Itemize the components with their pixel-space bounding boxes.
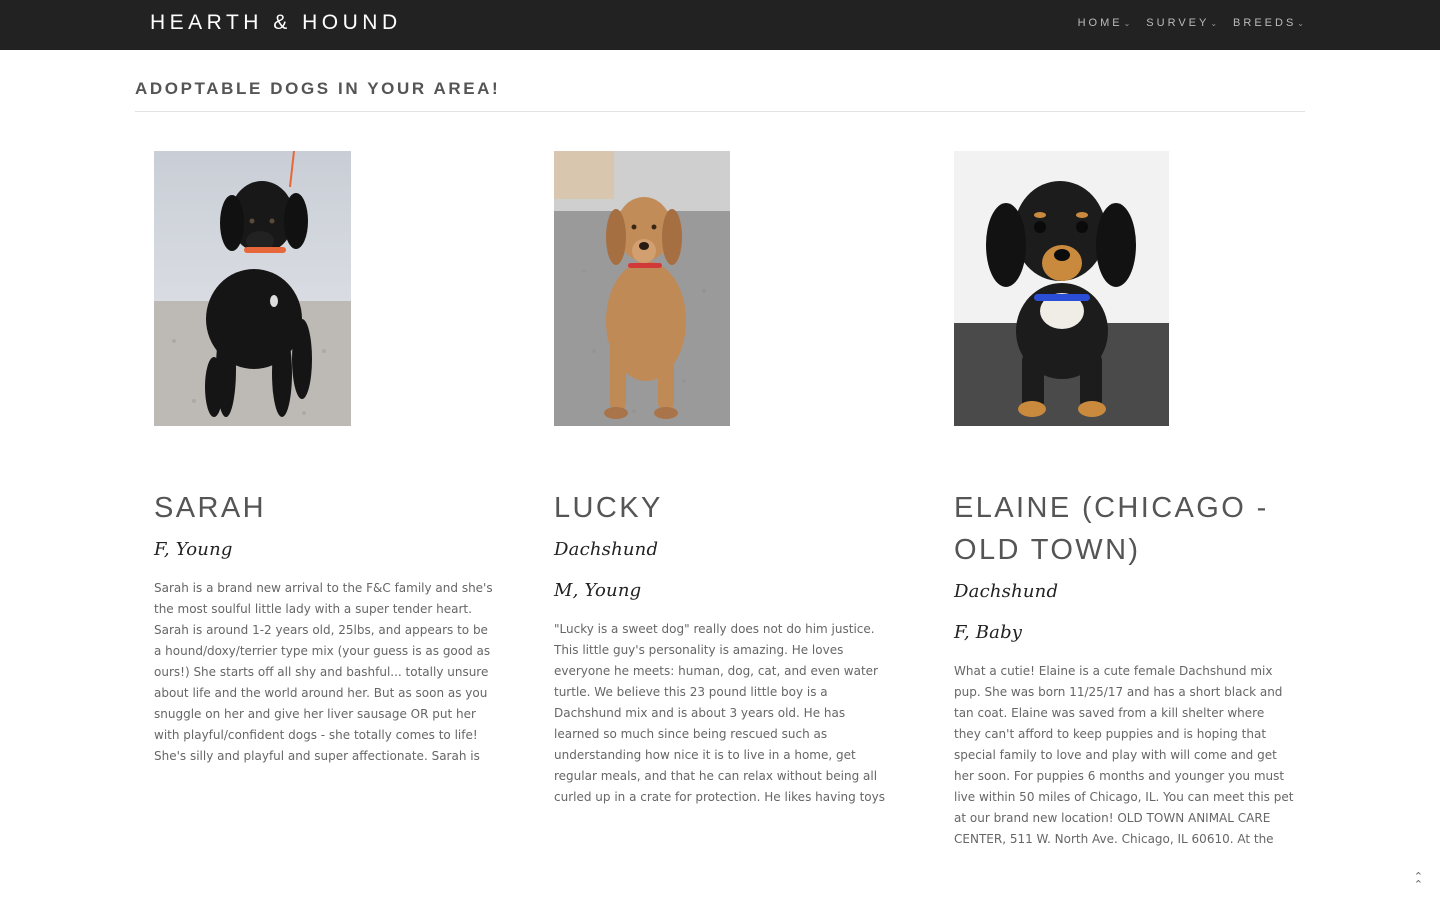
dog-name[interactable]: SARAH <box>154 487 494 529</box>
chevron-down-icon: ⌄ <box>1123 18 1131 28</box>
dog-breed: Dachshund <box>554 539 659 560</box>
dog-photo-lucky[interactable] <box>554 151 730 426</box>
dog-card-elaine: ELAINE (CHICAGO - OLD TOWN) Dachshund F,… <box>954 151 1294 850</box>
dog-card-sarah: SARAH F, Young Sarah is a brand new arri… <box>154 151 494 767</box>
dog-sex-age: F, Young <box>154 539 233 560</box>
dog-card-lucky: LUCKY Dachshund M, Young "Lucky is a swe… <box>554 151 894 808</box>
dog-sex-age: F, Baby <box>954 622 1023 643</box>
back-to-top-button[interactable]: ⌃ ⌃ <box>1413 870 1423 891</box>
page-title: ADOPTABLE DOGS IN YOUR AREA! <box>135 79 501 98</box>
double-chevron-up-icon: ⌃ ⌃ <box>1413 870 1423 891</box>
nav-item-label: SURVEY <box>1146 17 1210 29</box>
dog-photo-elaine[interactable] <box>954 151 1169 426</box>
dog-description: What a cutie! Elaine is a cute female Da… <box>954 664 1294 846</box>
chevron-down-icon: ⌄ <box>1210 18 1218 28</box>
nav-item-survey[interactable]: SURVEY ⌄ <box>1146 17 1217 29</box>
top-navbar: HEARTH & HOUND HOME ⌄ SURVEY ⌄ BREEDS ⌄ <box>0 0 1440 50</box>
title-divider <box>135 111 1305 112</box>
dog-breed: Dachshund <box>954 581 1059 602</box>
nav-item-label: HOME <box>1077 17 1123 29</box>
nav-item-home[interactable]: HOME ⌄ <box>1078 17 1131 29</box>
nav-item-breeds[interactable]: BREEDS ⌄ <box>1233 17 1304 29</box>
dog-sex-age: M, Young <box>554 580 642 601</box>
dog-description: Sarah is a brand new arrival to the F&C … <box>154 581 493 763</box>
nav-item-label: BREEDS <box>1233 17 1297 29</box>
nav-menu: HOME ⌄ SURVEY ⌄ BREEDS ⌄ <box>1062 17 1304 29</box>
chevron-down-icon: ⌄ <box>1297 18 1304 28</box>
brand-logo-link[interactable]: HEARTH & HOUND <box>150 11 402 35</box>
dog-name[interactable]: LUCKY <box>554 487 894 529</box>
dog-photo-sarah[interactable] <box>154 151 351 426</box>
dog-description: "Lucky is a sweet dog" really does not d… <box>554 622 885 804</box>
dog-name[interactable]: ELAINE (CHICAGO - OLD TOWN) <box>954 487 1294 571</box>
